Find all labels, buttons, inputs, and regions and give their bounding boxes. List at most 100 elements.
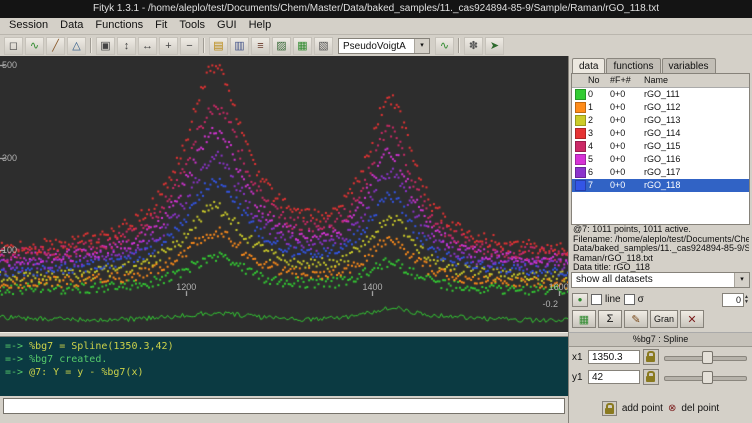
dataset-name: rGO_117: [644, 166, 749, 179]
dataset-fcount: 0+0: [610, 153, 644, 166]
sum-button[interactable]: Σ: [598, 310, 622, 328]
menu-item-gui[interactable]: GUI: [211, 18, 243, 34]
dataset-color-swatch: [575, 128, 586, 139]
baseline-mode-icon[interactable]: ╱: [46, 37, 65, 55]
tab-variables[interactable]: variables: [662, 58, 716, 74]
table-row[interactable]: 30+0rGO_114: [572, 127, 749, 140]
sidebar-tabs: datafunctionsvariables: [569, 56, 752, 74]
function-type-dropdown[interactable]: PseudoVoigtA ▾: [338, 38, 430, 54]
titlebar: Fityk 1.3.1 - /home/aleplo/test/Document…: [0, 0, 752, 18]
table-row[interactable]: 00+0rGO_111: [572, 88, 749, 101]
window-title: Fityk 1.3.1 - /home/aleplo/test/Document…: [93, 3, 659, 14]
dataset-name: rGO_113: [644, 114, 749, 127]
dataset-no: 4: [588, 140, 610, 153]
table-row[interactable]: 60+0rGO_117: [572, 166, 749, 179]
dataset-info: @7: 1011 points, 1011 active.Filename: /…: [573, 225, 749, 273]
dataset-fcount: 0+0: [610, 88, 644, 101]
aux-scale-label: -0.2: [542, 299, 558, 309]
param-x1-lock-button[interactable]: [643, 349, 659, 365]
param-x1-value[interactable]: 1350.3: [588, 350, 640, 364]
menu-item-data[interactable]: Data: [54, 18, 89, 34]
dropdown-arrow-icon[interactable]: ▾: [414, 39, 429, 53]
line-checkbox[interactable]: [591, 294, 602, 305]
dataset-filter-arrow-icon[interactable]: ▾: [734, 273, 749, 287]
command-input[interactable]: [3, 398, 565, 414]
command-input-row: [0, 396, 568, 423]
log-icon[interactable]: ▨: [272, 37, 291, 55]
datasets-icon[interactable]: ▦: [293, 37, 312, 55]
data-table-button[interactable]: ▦: [572, 310, 596, 328]
slider-thumb[interactable]: [702, 351, 713, 364]
dataset-color-swatch: [575, 180, 586, 191]
aux-plot-wrap: [0, 296, 568, 332]
menu-item-functions[interactable]: Functions: [89, 18, 149, 34]
spinner-arrows-icon[interactable]: ▲▼: [744, 295, 749, 305]
table-row[interactable]: 70+0rGO_118: [572, 179, 749, 192]
script-icon[interactable]: ≡: [251, 37, 270, 55]
table-row[interactable]: 40+0rGO_115: [572, 140, 749, 153]
zoom-vertical-icon[interactable]: ↕: [117, 37, 136, 55]
del-point-icon[interactable]: ⊗: [668, 403, 676, 414]
dataset-fcount: 0+0: [610, 140, 644, 153]
toolbar-right: ∿ ✽➤: [434, 37, 505, 55]
tab-functions[interactable]: functions: [606, 58, 660, 74]
lock-icon: [646, 376, 655, 382]
dataset-filter-dropdown[interactable]: show all datasets ▾: [571, 272, 750, 288]
table-row[interactable]: 20+0rGO_113: [572, 114, 749, 127]
baseline-lock-button[interactable]: [602, 401, 617, 416]
point-size-value[interactable]: 0: [722, 293, 744, 307]
menu-item-session[interactable]: Session: [3, 18, 54, 34]
param-x1-slider[interactable]: [662, 349, 749, 365]
settings-icon[interactable]: ✽: [464, 37, 483, 55]
zoom-in-icon[interactable]: +: [159, 37, 178, 55]
run-fit-icon[interactable]: ➤: [485, 37, 504, 55]
zoom-out-icon[interactable]: −: [180, 37, 199, 55]
menu-item-fit[interactable]: Fit: [149, 18, 173, 34]
open-session-icon[interactable]: ▤: [209, 37, 228, 55]
zoom-all-icon[interactable]: ▣: [96, 37, 115, 55]
sigma-checkbox[interactable]: [624, 294, 635, 305]
toolbar-left: ◻∿╱△ ▣↕↔+−▤▥≡▨▦▧: [3, 37, 334, 55]
param-y1-lock-button[interactable]: [643, 369, 659, 385]
dataset-fcount: 0+0: [610, 166, 644, 179]
del-point-label[interactable]: del point: [681, 403, 719, 414]
info-line: Filename: /home/aleplo/test/Documents/Ch…: [573, 235, 749, 245]
line-checkbox-label: line: [605, 294, 621, 305]
info-line: @7: 1011 points, 1011 active.: [573, 225, 749, 235]
data-range-mode-icon[interactable]: ∿: [25, 37, 44, 55]
edit-transform-button[interactable]: ✎: [624, 310, 648, 328]
dataset-color-swatch: [575, 167, 586, 178]
param-y1-value[interactable]: 42: [588, 370, 640, 384]
display-controls: ● line σ 0 ▲▼: [572, 292, 749, 307]
slider-thumb[interactable]: [702, 371, 713, 384]
main-plot-canvas[interactable]: [0, 56, 568, 296]
dataset-table: No#F+#Name 00+0rGO_11110+0rGO_11220+0rGO…: [571, 73, 750, 225]
point-size-spinner[interactable]: 0 ▲▼: [722, 293, 749, 307]
param-y1-label: y1: [572, 372, 585, 383]
point-color-button[interactable]: ●: [572, 293, 588, 307]
param-row-x1: x1 1350.3: [572, 348, 749, 366]
table-row[interactable]: 50+0rGO_116: [572, 153, 749, 166]
zoom-mode-icon[interactable]: ◻: [4, 37, 23, 55]
zoom-horizontal-icon[interactable]: ↔: [138, 37, 157, 55]
aux-plot-canvas[interactable]: [0, 296, 568, 332]
add-peak-icon[interactable]: ∿: [435, 37, 454, 55]
dataset-name: rGO_116: [644, 153, 749, 166]
dataset-no: 3: [588, 127, 610, 140]
menu-item-tools[interactable]: Tools: [173, 18, 211, 34]
param-row-y1: y1 42: [572, 368, 749, 386]
save-session-icon[interactable]: ▥: [230, 37, 249, 55]
gran-button[interactable]: Gran: [650, 310, 678, 328]
param-y1-slider[interactable]: [662, 369, 749, 385]
dataset-name: rGO_112: [644, 101, 749, 114]
menu-item-help[interactable]: Help: [243, 18, 278, 34]
sidebar-action-buttons: ▦Σ✎Gran✕: [572, 310, 704, 328]
info-line: Data/baked_samples/11._cas924894-85-9/Sa…: [573, 244, 749, 254]
close-panel-button[interactable]: ✕: [680, 310, 704, 328]
table-row[interactable]: 10+0rGO_112: [572, 101, 749, 114]
export-icon[interactable]: ▧: [314, 37, 333, 55]
peak-draw-mode-icon[interactable]: △: [67, 37, 86, 55]
add-point-label[interactable]: add point: [622, 403, 663, 414]
tab-data[interactable]: data: [572, 58, 605, 74]
dataset-no: 0: [588, 88, 610, 101]
